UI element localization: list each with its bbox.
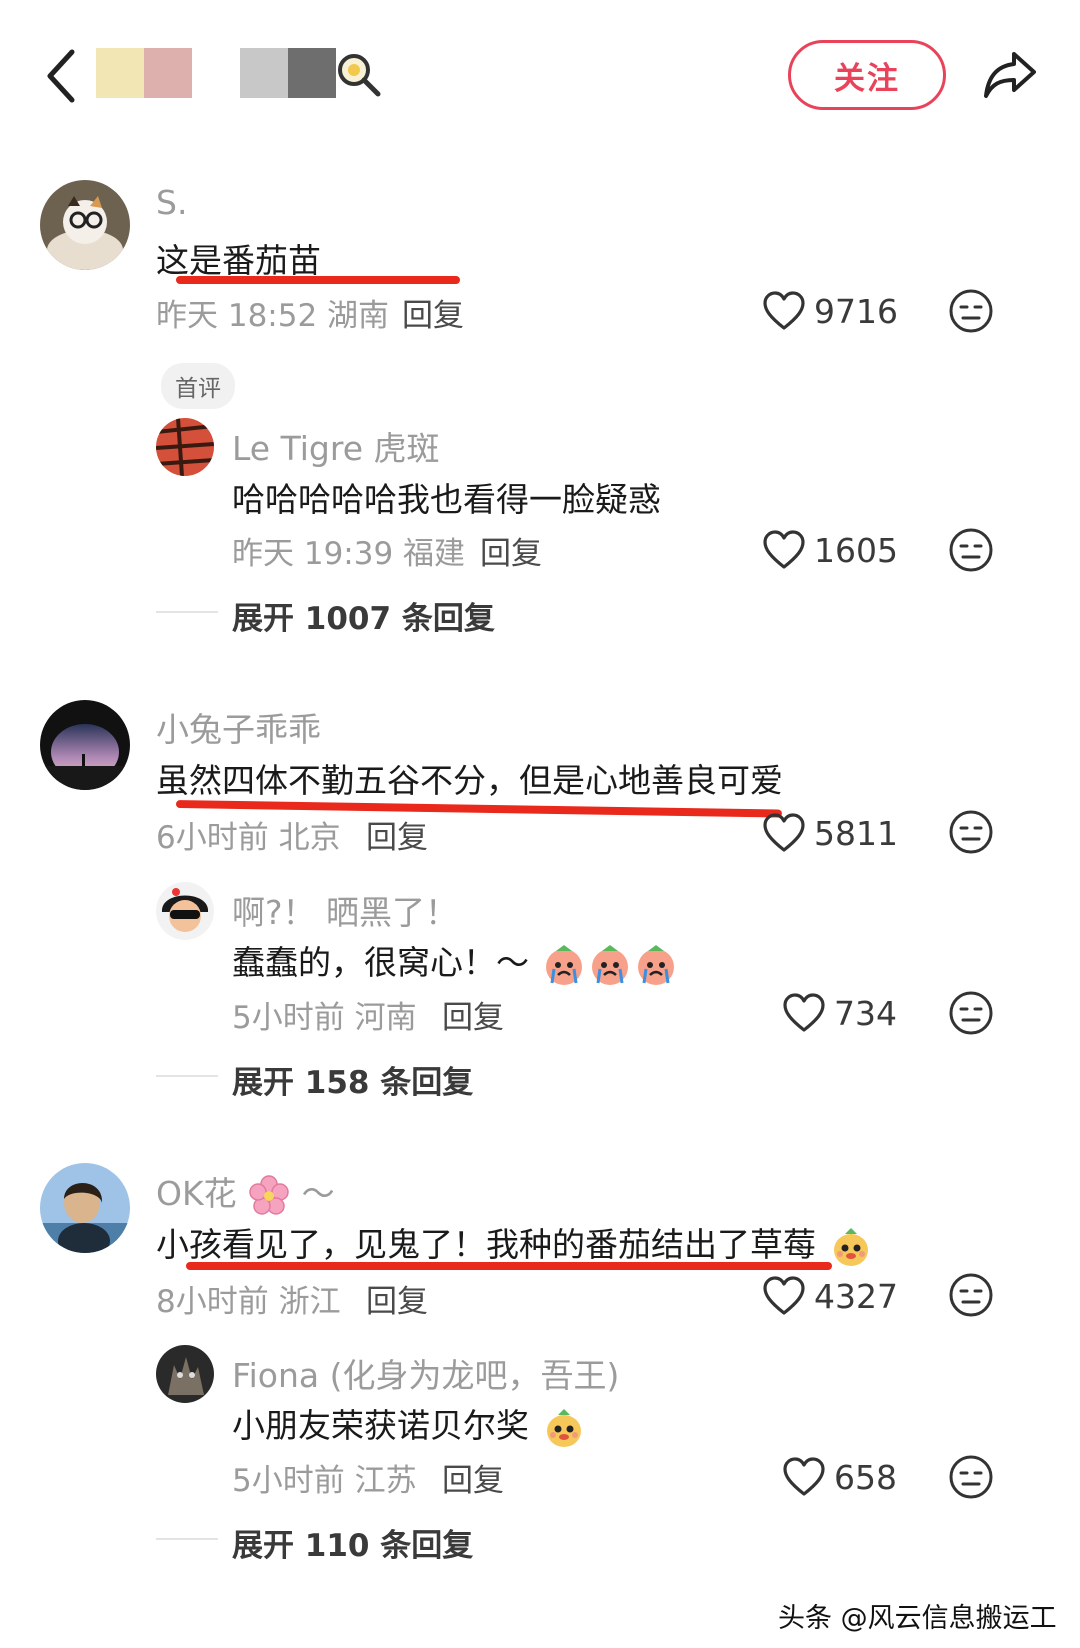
avatar[interactable] (40, 700, 130, 790)
crying-emoji (591, 944, 628, 985)
censored-title-block (288, 48, 336, 98)
reply-button[interactable]: 回复 (442, 1455, 504, 1500)
watermark: 头条 @风云信息搬运工 (778, 1603, 1057, 1634)
share-icon[interactable] (980, 44, 1040, 104)
comment-text: 虽然四体不勤五谷不分，但是心地善良可爱 (156, 761, 783, 800)
cherry-blossom-icon (249, 1174, 289, 1215)
like-button[interactable]: 658 (782, 1452, 897, 1502)
face-icon[interactable] (948, 809, 994, 855)
reply-text: 蠢蠢的，很窝心！～ (232, 936, 678, 987)
avatar[interactable] (156, 882, 214, 940)
reply-button[interactable]: 回复 (366, 812, 428, 857)
censored-title-block (144, 48, 192, 98)
back-icon[interactable] (42, 46, 82, 106)
first-comment-badge: 首评 (161, 363, 235, 409)
reply-text: 哈哈哈哈哈我也看得一脸疑惑 (232, 480, 661, 519)
username[interactable]: 小兔子乖乖 (156, 703, 321, 751)
like-button[interactable]: 4327 (762, 1271, 898, 1321)
crying-emoji (637, 944, 674, 985)
comment-meta: 6小时前 北京 (156, 820, 341, 856)
censored-title-block (240, 48, 288, 98)
reply-button[interactable]: 回复 (480, 528, 542, 573)
expand-divider (156, 611, 218, 613)
like-count: 1605 (814, 530, 898, 570)
like-button[interactable]: 734 (782, 988, 897, 1038)
expand-divider (156, 1538, 218, 1540)
username[interactable]: S. (156, 183, 187, 222)
avatar[interactable] (40, 1163, 130, 1253)
avatar[interactable] (156, 1345, 214, 1403)
reply-text: 小朋友荣获诺贝尔奖 (232, 1399, 586, 1450)
heart-icon (763, 1276, 805, 1315)
like-count: 658 (834, 1457, 897, 1497)
red-underline (186, 1262, 832, 1270)
reply-meta: 昨天 19:39 福建 (232, 536, 466, 572)
search-icon[interactable] (334, 50, 382, 98)
heart-icon (763, 291, 805, 330)
expand-replies-button[interactable]: 展开 1007 条回复 (232, 593, 495, 638)
like-button[interactable]: 1605 (762, 525, 898, 575)
face-icon[interactable] (948, 1454, 994, 1500)
comment-meta: 昨天 18:52 湖南 (156, 298, 390, 334)
comment-text-content: 小孩看见了，见鬼了！我种的番茄结出了草莓 (156, 1225, 816, 1264)
like-count: 5811 (814, 813, 898, 853)
reply-button[interactable]: 回复 (402, 290, 464, 335)
reply-button[interactable]: 回复 (366, 1276, 428, 1321)
face-icon[interactable] (948, 990, 994, 1036)
expand-replies-button[interactable]: 展开 110 条回复 (232, 1520, 473, 1565)
heart-icon (763, 813, 805, 852)
crying-emoji (545, 944, 582, 985)
reply-text-content: 蠢蠢的，很窝心！～ (232, 943, 529, 982)
top-bar: 关注 (0, 0, 1080, 150)
face-icon[interactable] (948, 1272, 994, 1318)
comment-text: 小孩看见了，见鬼了！我种的番茄结出了草莓 (156, 1218, 873, 1269)
username[interactable]: OK花 ～ (156, 1167, 335, 1218)
like-count: 4327 (814, 1276, 898, 1316)
reply-meta: 5小时前 河南 (232, 1000, 417, 1036)
mango-emoji (546, 1408, 581, 1447)
avatar[interactable] (156, 418, 214, 476)
username[interactable]: Le Tigre 虎斑 (232, 422, 440, 470)
username-suffix: ～ (301, 1174, 335, 1213)
face-icon[interactable] (948, 527, 994, 573)
mango-emoji (833, 1227, 868, 1266)
comment-meta: 8小时前 浙江 (156, 1284, 341, 1320)
username-text: OK花 (156, 1174, 237, 1213)
red-underline (176, 276, 460, 284)
like-button[interactable]: 9716 (762, 286, 898, 336)
heart-icon (783, 993, 825, 1032)
follow-button[interactable]: 关注 (788, 40, 946, 110)
like-count: 9716 (814, 291, 898, 331)
censored-title-block (96, 48, 144, 98)
avatar[interactable] (40, 180, 130, 270)
reply-text-content: 小朋友荣获诺贝尔奖 (232, 1406, 529, 1445)
heart-icon (783, 1457, 825, 1496)
expand-replies-button[interactable]: 展开 158 条回复 (232, 1057, 473, 1102)
username[interactable]: Fiona (化身为龙吧，吾王) (232, 1349, 619, 1397)
reply-button[interactable]: 回复 (442, 992, 504, 1037)
like-button[interactable]: 5811 (762, 808, 898, 858)
face-icon[interactable] (948, 288, 994, 334)
reply-meta: 5小时前 江苏 (232, 1463, 417, 1499)
expand-divider (156, 1075, 218, 1077)
like-count: 734 (834, 993, 897, 1033)
comment-text: 这是番茄苗 (156, 241, 321, 280)
heart-icon (763, 530, 805, 569)
username[interactable]: 啊?！ 晒黑了！ (232, 886, 458, 934)
